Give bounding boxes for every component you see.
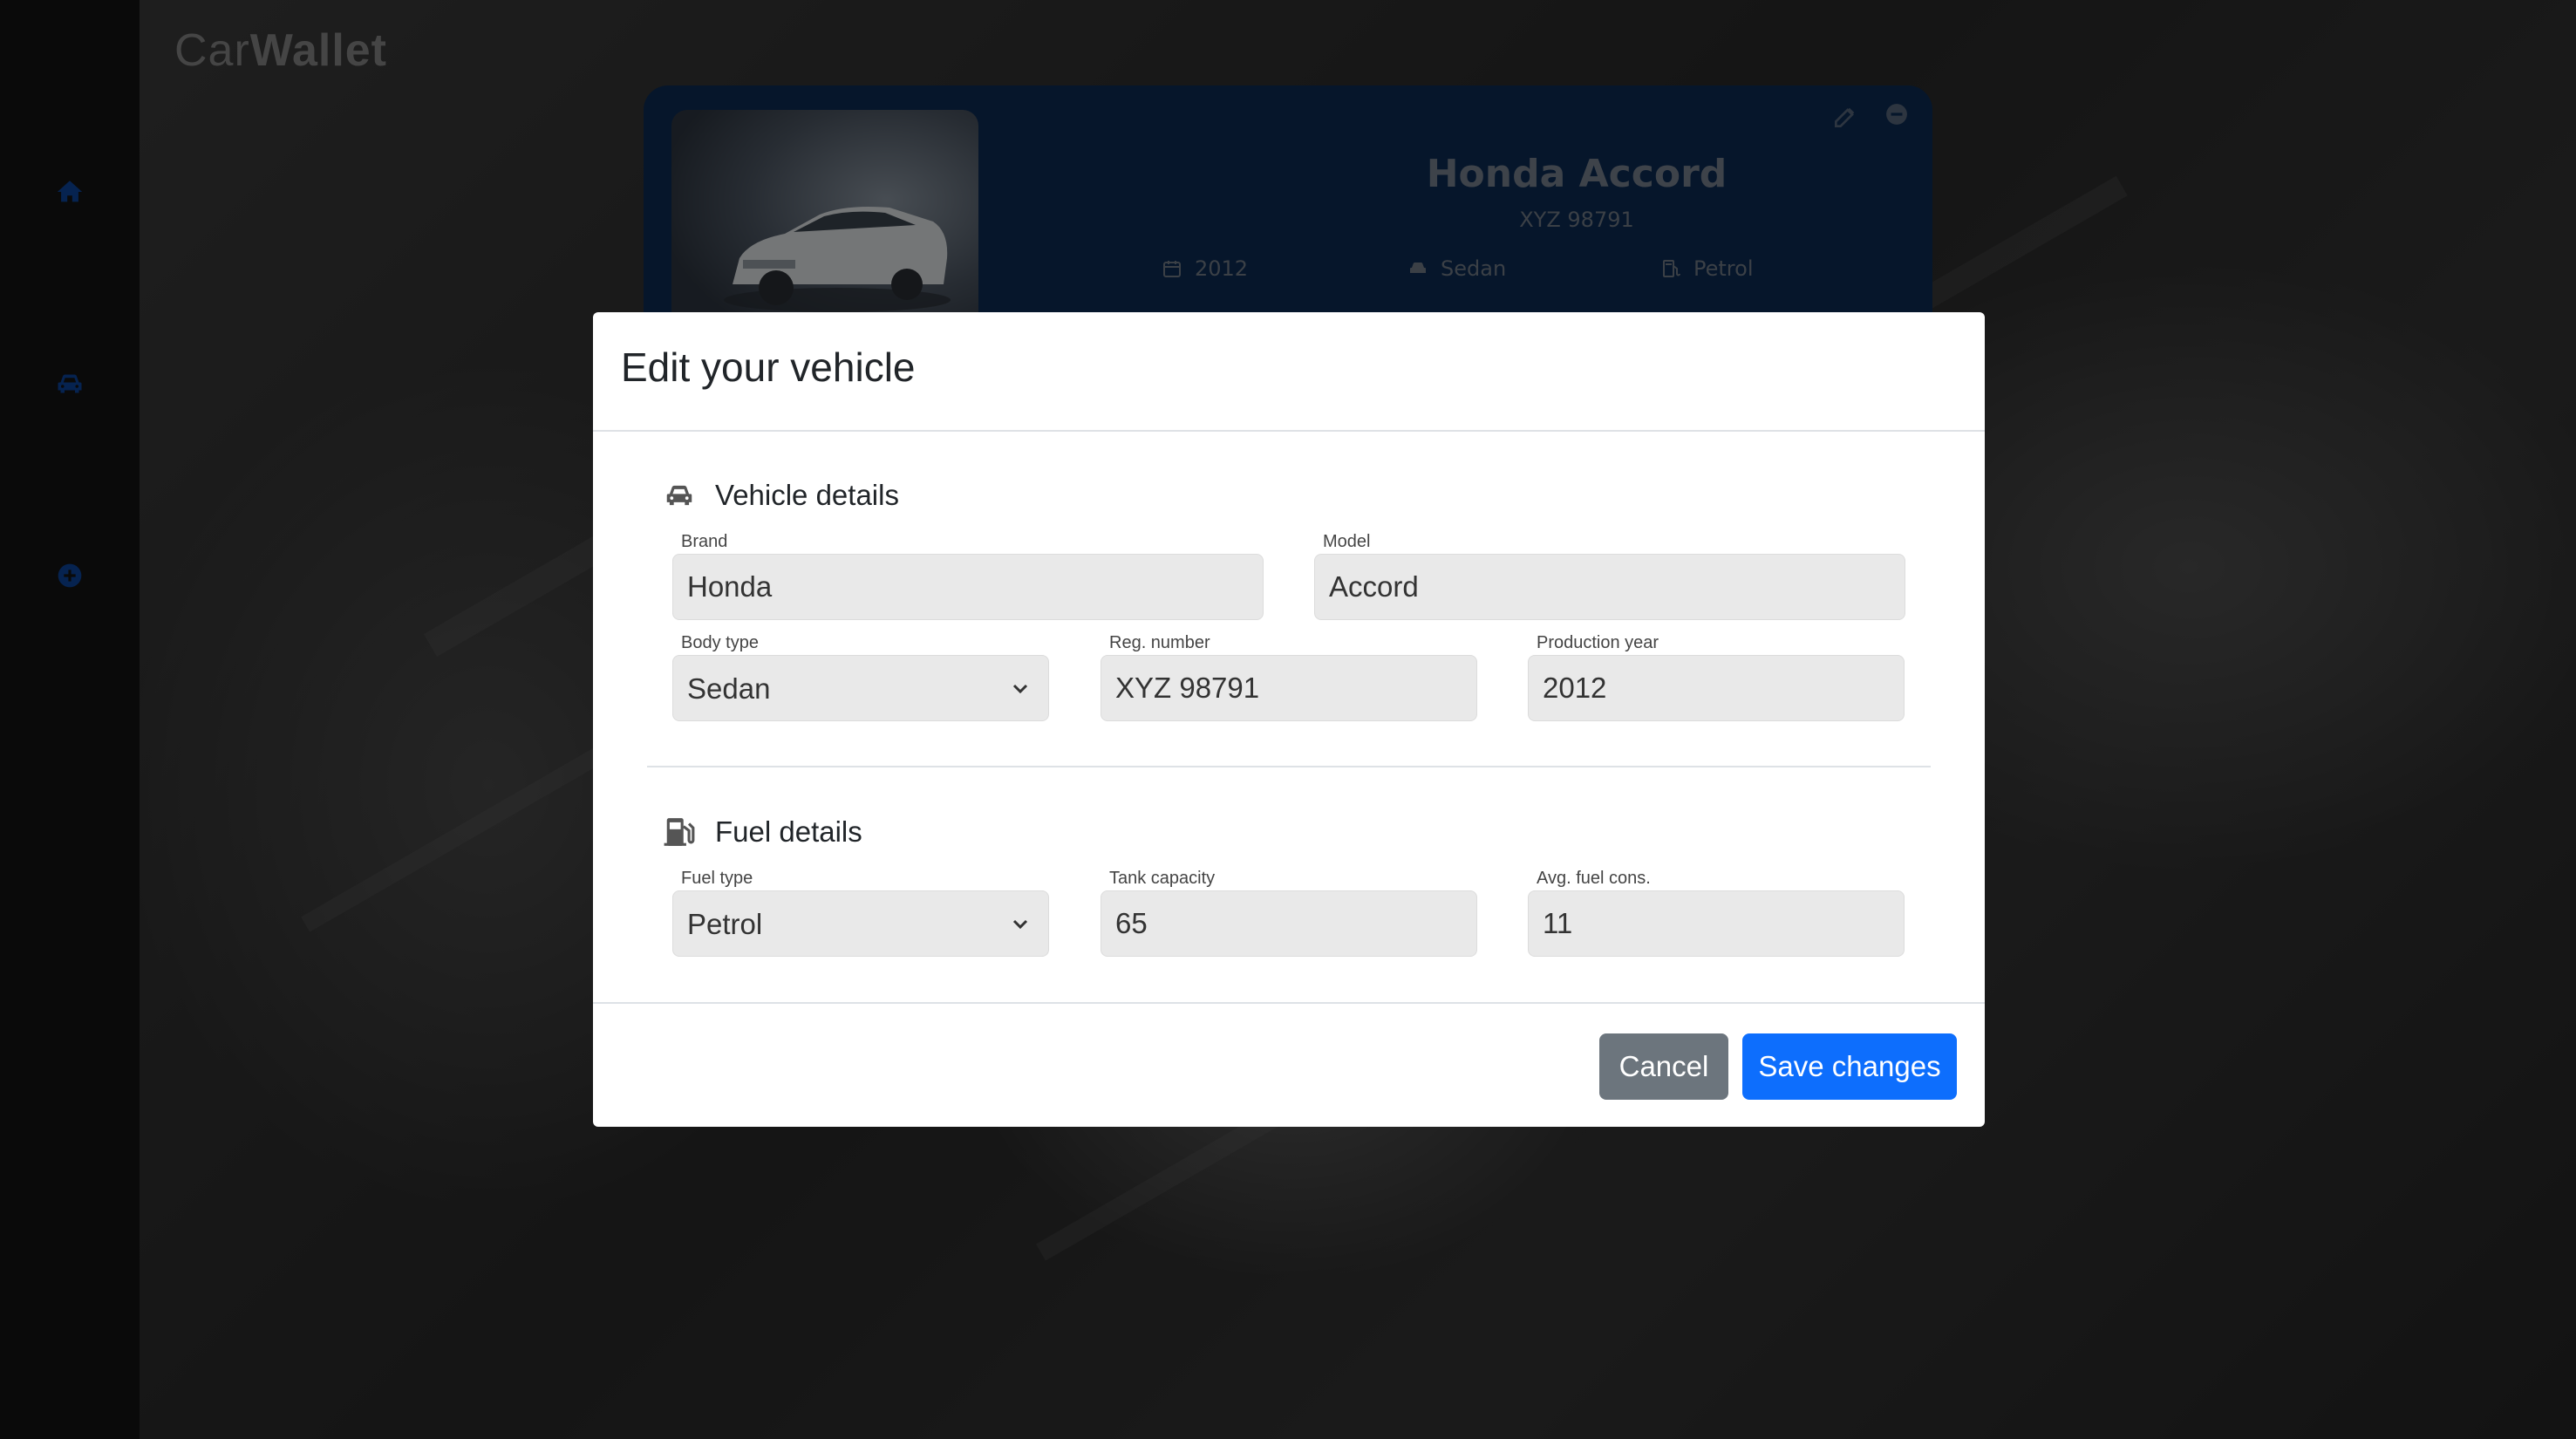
cancel-button[interactable]: Cancel [1599,1033,1728,1100]
car-icon [666,485,692,506]
tank-capacity-label: Tank capacity [1109,869,1216,888]
edit-vehicle-modal: Edit your vehicle Vehicle details Brand … [593,312,1985,1127]
production-year-input[interactable] [1528,655,1905,721]
fuel-type-select[interactable]: Petrol [672,890,1049,957]
fuel-pump-icon [664,818,695,846]
body-type-label: Body type [681,633,759,652]
brand-input[interactable] [672,554,1264,620]
tank-capacity-input[interactable] [1101,890,1477,957]
body-type-select[interactable]: Sedan [672,655,1049,721]
avg-fuel-cons-label: Avg. fuel cons. [1537,869,1651,888]
modal-title: Edit your vehicle [621,344,916,390]
fuel-details-heading: Fuel details [663,815,862,849]
reg-number-input[interactable] [1101,655,1477,721]
production-year-label: Production year [1537,633,1659,652]
modal-header: Edit your vehicle [593,312,1985,432]
modal-footer: Cancel Save changes [593,1002,1985,1127]
brand-label: Brand [681,532,728,551]
section-divider [647,766,1931,767]
model-label: Model [1323,532,1371,551]
avg-fuel-cons-input[interactable] [1528,890,1905,957]
fuel-type-label: Fuel type [681,869,753,888]
reg-number-label: Reg. number [1109,633,1210,652]
vehicle-details-heading: Vehicle details [663,479,899,512]
save-changes-button[interactable]: Save changes [1742,1033,1957,1100]
model-input[interactable] [1314,554,1905,620]
